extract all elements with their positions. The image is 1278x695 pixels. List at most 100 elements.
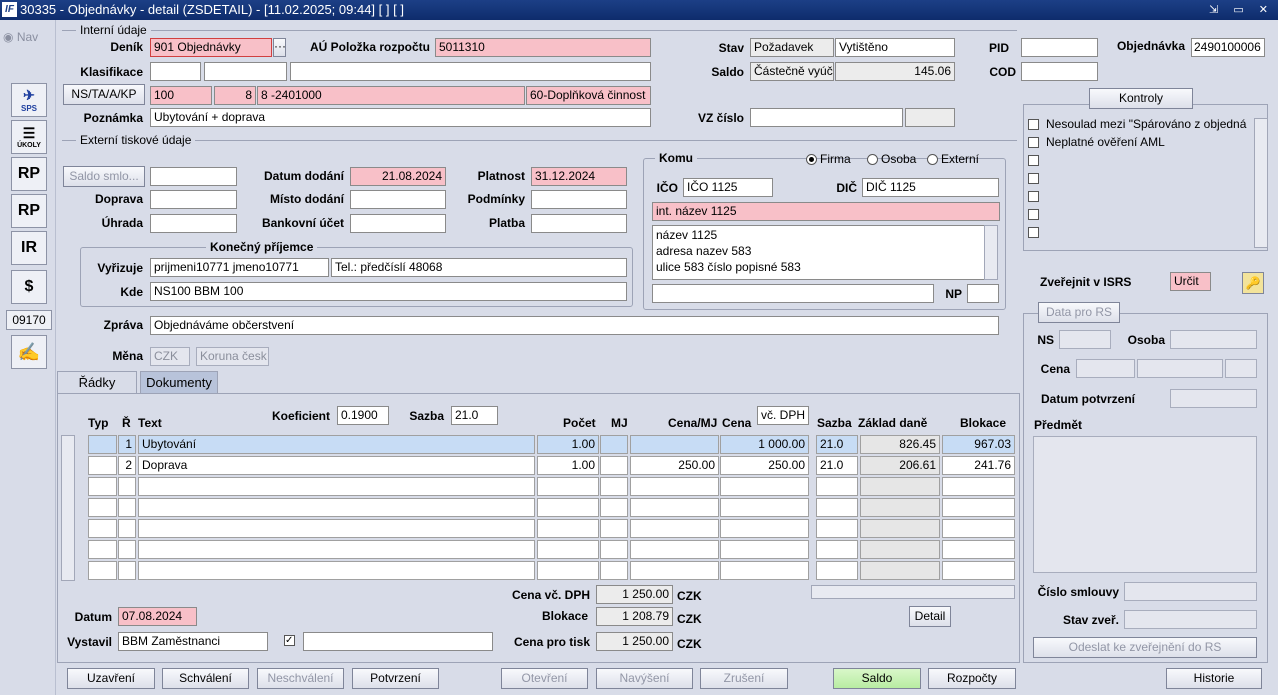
- empty-cell[interactable]: [860, 477, 940, 496]
- empty-cell[interactable]: [816, 519, 858, 538]
- datum-dodani-field[interactable]: 21.08.2024: [350, 167, 446, 186]
- kontroly-checkbox[interactable]: [1028, 209, 1039, 220]
- odeslat-rs-button[interactable]: Odeslat ke zveřejnění do RS: [1033, 637, 1257, 658]
- empty-cell[interactable]: [138, 561, 535, 580]
- platnost-field[interactable]: 31.12.2024: [531, 167, 627, 186]
- empty-cell[interactable]: [118, 498, 136, 517]
- otevreni-button[interactable]: Otevření: [501, 668, 588, 689]
- cell-cena_mj[interactable]: 250.00: [630, 456, 719, 475]
- saldo-smlouvy-button[interactable]: Saldo smlo...: [63, 166, 145, 187]
- money-bag-icon[interactable]: $: [11, 270, 47, 304]
- empty-cell[interactable]: [88, 561, 117, 580]
- data-pro-rs-button[interactable]: Data pro RS: [1038, 302, 1120, 323]
- sps-icon[interactable]: ✈ SPS: [11, 83, 47, 117]
- platba-field[interactable]: [531, 214, 627, 233]
- cell-sazba[interactable]: 21.0: [816, 435, 858, 454]
- kontroly-checkbox[interactable]: [1028, 173, 1039, 184]
- empty-cell[interactable]: [600, 498, 628, 517]
- empty-cell[interactable]: [600, 540, 628, 559]
- tasks-icon[interactable]: ☰ ÚKOLY: [11, 120, 47, 154]
- cell-pocet[interactable]: 1.00: [537, 435, 599, 454]
- grid-scrollbar[interactable]: [61, 435, 75, 581]
- kontroly-checkbox[interactable]: [1028, 119, 1039, 130]
- empty-cell[interactable]: [860, 561, 940, 580]
- address-scrollbar[interactable]: [984, 225, 998, 280]
- cell-blokace[interactable]: 967.03: [942, 435, 1015, 454]
- denik-lookup-button[interactable]: ···: [273, 38, 286, 57]
- bankovni-ucet-field[interactable]: [350, 214, 446, 233]
- rp-cz-icon[interactable]: RP: [11, 157, 47, 191]
- empty-cell[interactable]: [600, 561, 628, 580]
- cell-blokace[interactable]: 241.76: [942, 456, 1015, 475]
- empty-cell[interactable]: [118, 540, 136, 559]
- cell-sazba[interactable]: 21.0: [816, 456, 858, 475]
- kde-field[interactable]: NS100 BBM 100: [150, 282, 627, 301]
- empty-cell[interactable]: [630, 477, 719, 496]
- empty-cell[interactable]: [860, 498, 940, 517]
- empty-cell[interactable]: [816, 477, 858, 496]
- dic-field[interactable]: DIČ 1125: [862, 178, 999, 197]
- klasifikace-field-3[interactable]: [290, 62, 651, 81]
- empty-cell[interactable]: [630, 561, 719, 580]
- keys-icon[interactable]: 🔑: [1242, 272, 1264, 294]
- saldo-smlouvy-field[interactable]: [150, 167, 237, 186]
- empty-cell[interactable]: [88, 477, 117, 496]
- empty-cell[interactable]: [942, 498, 1015, 517]
- vystavil-field[interactable]: BBM Zaměstnanci: [118, 632, 268, 651]
- potvrzeni-button[interactable]: Potvrzení: [352, 668, 439, 689]
- empty-cell[interactable]: [118, 561, 136, 580]
- empty-cell[interactable]: [720, 540, 809, 559]
- empty-cell[interactable]: [600, 519, 628, 538]
- empty-cell[interactable]: [537, 561, 599, 580]
- cell-cena_mj[interactable]: [630, 435, 719, 454]
- cena-mode-select[interactable]: vč. DPH: [757, 406, 809, 425]
- cell-mj[interactable]: [600, 456, 628, 475]
- nav-toggle[interactable]: ◉ Nav: [3, 30, 38, 44]
- empty-cell[interactable]: [88, 540, 117, 559]
- empty-cell[interactable]: [88, 498, 117, 517]
- komu-extra-field[interactable]: [652, 284, 934, 303]
- empty-cell[interactable]: [630, 519, 719, 538]
- window-controls[interactable]: ⇲ ▭ ✕: [1209, 0, 1274, 20]
- ta-field[interactable]: 8: [214, 86, 256, 105]
- historie-button[interactable]: Historie: [1166, 668, 1262, 689]
- empty-cell[interactable]: [138, 498, 535, 517]
- empty-cell[interactable]: [816, 498, 858, 517]
- vystavil-checkbox[interactable]: ✓: [284, 635, 295, 646]
- radio-osoba[interactable]: [867, 154, 878, 165]
- uhrada-field[interactable]: [150, 214, 237, 233]
- empty-cell[interactable]: [118, 519, 136, 538]
- cell-text[interactable]: Ubytování: [138, 435, 535, 454]
- kontroly-checkbox[interactable]: [1028, 155, 1039, 166]
- a-field[interactable]: 8 -2401000: [257, 86, 525, 105]
- radio-externi[interactable]: [927, 154, 938, 165]
- cell-r[interactable]: 2: [118, 456, 136, 475]
- kp-field[interactable]: 60-Doplňková činnost: [526, 86, 651, 105]
- au-field[interactable]: 5011310: [435, 38, 651, 57]
- int-name-field[interactable]: int. název 1125: [652, 202, 1000, 221]
- doprava-field[interactable]: [150, 190, 237, 209]
- grid-hscrollbar[interactable]: [811, 585, 1015, 599]
- empty-cell[interactable]: [138, 477, 535, 496]
- misto-dodani-field[interactable]: [350, 190, 446, 209]
- datum-field[interactable]: 07.08.2024: [118, 607, 197, 626]
- denik-field[interactable]: 901 Objednávky: [150, 38, 272, 57]
- zruseni-button[interactable]: Zrušení: [700, 668, 788, 689]
- empty-cell[interactable]: [860, 540, 940, 559]
- cell-cena[interactable]: 250.00: [720, 456, 809, 475]
- empty-cell[interactable]: [630, 498, 719, 517]
- cell-typ[interactable]: [88, 456, 117, 475]
- rp-eu-icon[interactable]: RP: [11, 194, 47, 228]
- empty-cell[interactable]: [537, 519, 599, 538]
- empty-cell[interactable]: [138, 540, 535, 559]
- cell-r[interactable]: 1: [118, 435, 136, 454]
- cell-mj[interactable]: [600, 435, 628, 454]
- vz-field[interactable]: [750, 108, 903, 127]
- rozpocty-button[interactable]: Rozpočty: [928, 668, 1016, 689]
- detail-button[interactable]: Detail: [909, 606, 951, 627]
- vyrizuje-field[interactable]: prijmeni10771 jmeno10771: [150, 258, 329, 277]
- empty-cell[interactable]: [118, 477, 136, 496]
- cell-typ[interactable]: [88, 435, 117, 454]
- poznamka-field[interactable]: Ubytování + doprava: [150, 108, 651, 127]
- kontroly-button[interactable]: Kontroly: [1089, 88, 1193, 109]
